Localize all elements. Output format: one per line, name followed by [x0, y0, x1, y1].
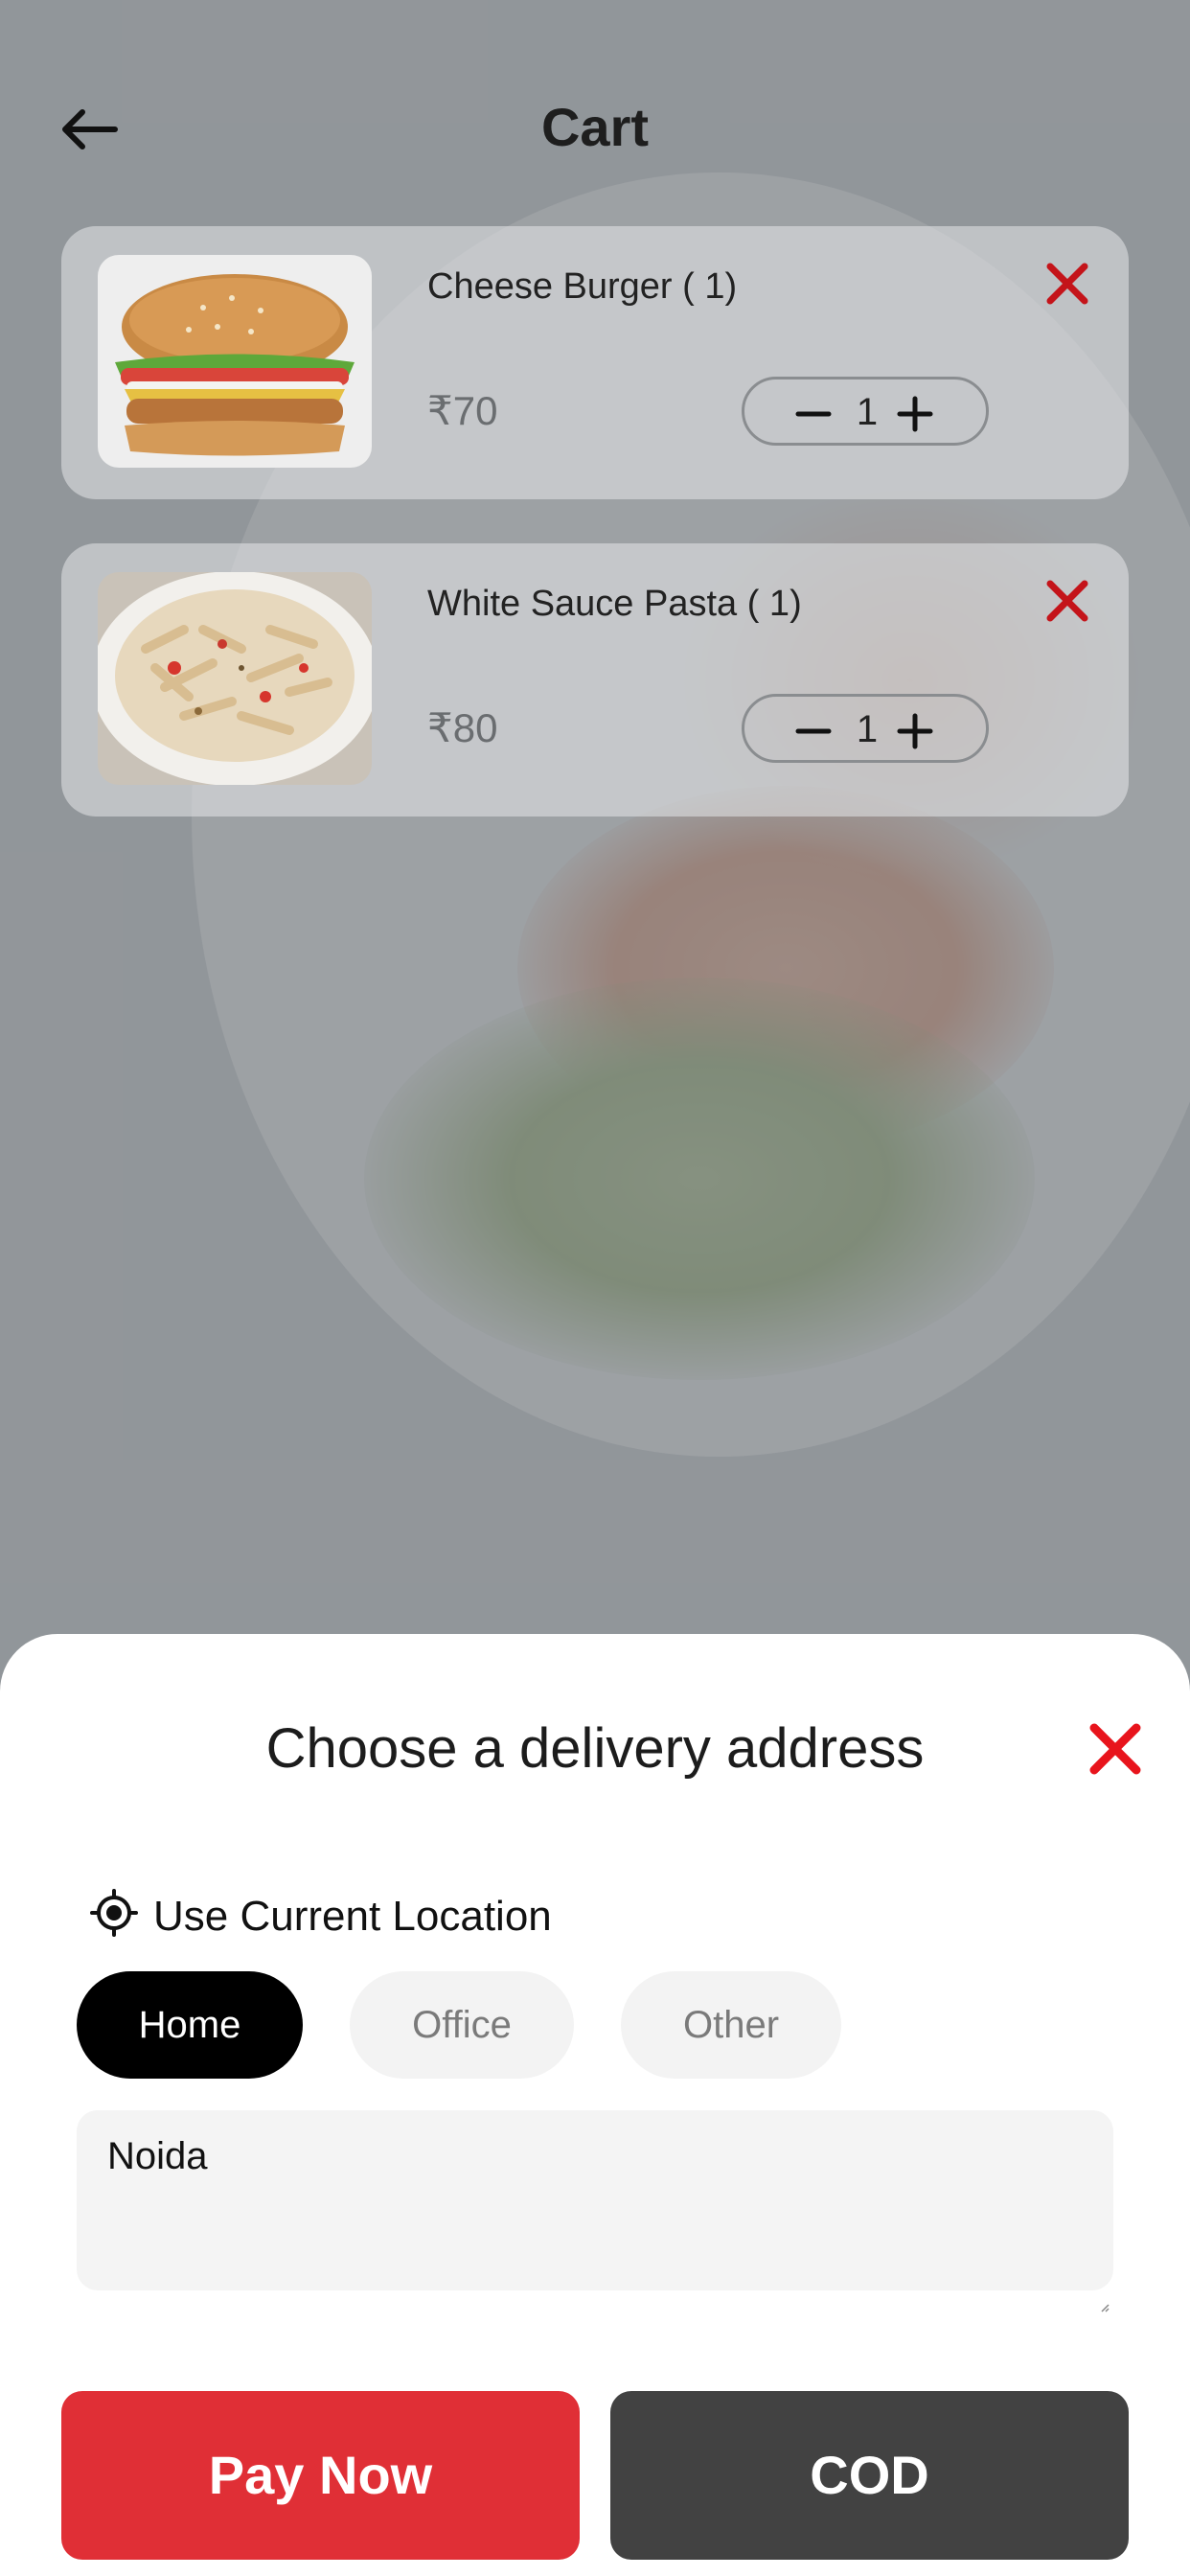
address-type-home[interactable]: Home	[77, 1971, 303, 2079]
pay-now-button[interactable]: Pay Now	[61, 2391, 580, 2560]
page-title: Cart	[540, 97, 650, 157]
address-text: Noida	[107, 2135, 208, 2177]
resize-handle-icon[interactable]	[1100, 2279, 1110, 2312]
address-type-other[interactable]: Other	[621, 1971, 841, 2079]
remove-item-icon[interactable]	[1044, 261, 1090, 307]
cart-item-card: Cheese Burger ( 1) ₹70 1	[61, 226, 1129, 499]
quantity-value: 1	[856, 391, 879, 433]
use-location-label: Use Current Location	[153, 1893, 552, 1940]
address-textarea[interactable]: Noida	[77, 2110, 1113, 2312]
sheet-title: Choose a delivery address	[265, 1717, 925, 1780]
quantity-value: 1	[856, 708, 879, 750]
close-icon[interactable]	[1087, 1720, 1144, 1778]
delivery-address-sheet: Choose a delivery address Use Current Lo…	[0, 1634, 1190, 2576]
burger-image	[98, 255, 372, 468]
plus-icon[interactable]	[896, 712, 934, 750]
minus-icon[interactable]	[794, 712, 833, 750]
item-price: ₹80	[427, 705, 498, 750]
item-price: ₹70	[427, 388, 498, 433]
plus-icon[interactable]	[896, 395, 934, 433]
pasta-image	[98, 572, 372, 785]
address-type-office[interactable]: Office	[350, 1971, 574, 2079]
quantity-stepper: 1	[742, 694, 989, 763]
item-name: Cheese Burger ( 1)	[427, 266, 738, 307]
remove-item-icon[interactable]	[1044, 578, 1090, 624]
top-bar: Cart	[0, 86, 1190, 172]
location-target-icon	[90, 1889, 138, 1937]
minus-icon[interactable]	[794, 395, 833, 433]
cart-item-card: White Sauce Pasta ( 1) ₹80 1	[61, 543, 1129, 816]
quantity-stepper: 1	[742, 377, 989, 446]
cod-button[interactable]: COD	[610, 2391, 1129, 2560]
item-name: White Sauce Pasta ( 1)	[427, 584, 802, 624]
